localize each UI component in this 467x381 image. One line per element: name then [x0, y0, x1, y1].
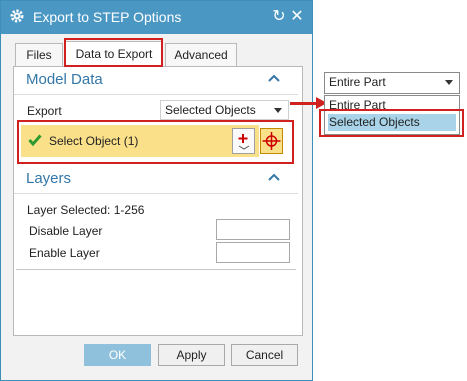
layer-selected-text: Layer Selected: 1-256 — [27, 203, 145, 217]
layers-header[interactable]: Layers — [14, 168, 290, 190]
section-divider — [14, 94, 298, 95]
chevron-up-icon[interactable] — [268, 73, 280, 83]
enable-layer-label: Enable Layer — [29, 246, 100, 260]
dropdown-current-value: Entire Part — [329, 75, 386, 89]
option-highlight-frame — [319, 109, 464, 137]
section-divider — [16, 269, 296, 270]
select-highlight-frame — [17, 120, 294, 164]
chevron-up-icon[interactable] — [268, 172, 280, 182]
export-select[interactable]: Selected Objects — [160, 100, 289, 120]
title-bar: Export to STEP Options ↻ ✕ — [1, 1, 312, 34]
tab-advanced[interactable]: Advanced — [165, 43, 237, 66]
tab-highlight-frame — [64, 38, 163, 67]
reset-icon[interactable]: ↻ — [271, 8, 287, 26]
export-label: Export — [27, 104, 62, 118]
ok-button[interactable]: OK — [84, 344, 151, 366]
close-icon[interactable]: ✕ — [289, 8, 305, 26]
tab-files[interactable]: Files — [15, 43, 63, 66]
enable-layer-field[interactable] — [216, 242, 290, 263]
disable-layer-label: Disable Layer — [29, 224, 103, 238]
dialog-title: Export to STEP Options — [33, 9, 182, 25]
callout-arrow-line — [290, 102, 318, 105]
export-step-dialog: Export to STEP Options ↻ ✕ Files Data to… — [0, 0, 313, 381]
gear-icon — [10, 9, 24, 23]
chevron-down-icon — [445, 80, 453, 85]
export-dropdown-closed[interactable]: Entire Part — [324, 72, 460, 94]
chevron-down-icon — [274, 108, 282, 113]
disable-layer-field[interactable] — [216, 219, 290, 240]
section-divider — [14, 193, 298, 194]
layers-title: Layers — [26, 170, 72, 187]
cancel-button[interactable]: Cancel — [231, 344, 298, 366]
model-data-header[interactable]: Model Data — [14, 69, 290, 91]
model-data-title: Model Data — [26, 71, 103, 88]
apply-button[interactable]: Apply — [158, 344, 225, 366]
export-select-value: Selected Objects — [165, 103, 256, 117]
